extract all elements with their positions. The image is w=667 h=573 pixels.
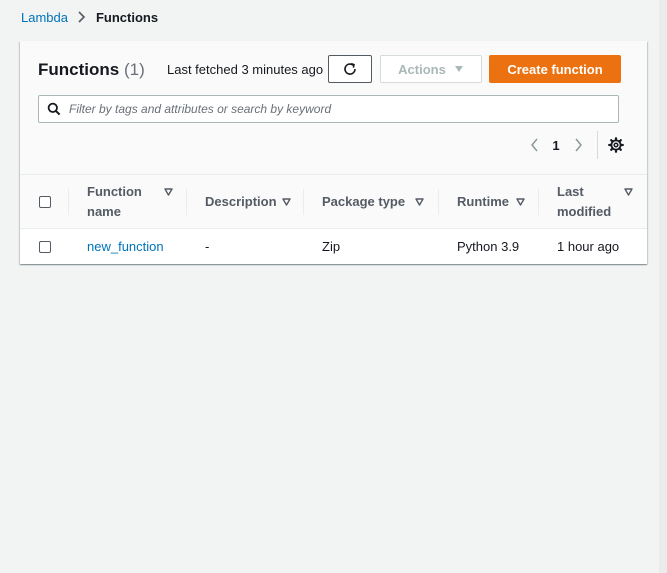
search-icon (47, 102, 61, 116)
last-fetched-text: Last fetched 3 minutes ago (167, 62, 324, 77)
column-header-runtime[interactable]: Runtime (457, 192, 537, 212)
sort-caret-icon (282, 198, 291, 206)
column-header-description[interactable]: Description (205, 192, 305, 212)
column-separator (538, 189, 539, 215)
actions-dropdown-button[interactable]: Actions (380, 55, 482, 83)
column-header-last-modified[interactable]: Last modified (557, 182, 637, 222)
description-cell: - (205, 239, 210, 254)
panel-header: Functions (1) Last fetched 3 minutes ago… (20, 41, 647, 175)
next-page-button[interactable] (567, 134, 589, 156)
column-header-package-type[interactable]: Package type (322, 192, 432, 212)
gear-icon (608, 137, 624, 153)
table-row[interactable]: new_function - Zip Python 3.9 1 hour ago (20, 229, 647, 264)
column-header-label: name (87, 204, 121, 219)
search-field[interactable] (38, 95, 619, 123)
pagination: 1 (523, 131, 625, 159)
functions-panel: Functions (1) Last fetched 3 minutes ago… (20, 41, 647, 264)
current-page-number[interactable]: 1 (545, 138, 567, 153)
pager-divider (597, 131, 598, 159)
column-separator (303, 189, 304, 215)
function-name-link[interactable]: new_function (87, 239, 164, 254)
column-separator (186, 189, 187, 215)
page-scrollbar[interactable] (659, 0, 667, 573)
refresh-button[interactable] (328, 55, 372, 83)
chevron-right-icon (78, 11, 86, 23)
function-count: (1) (123, 60, 145, 79)
sort-caret-icon (164, 188, 173, 196)
panel-title-text: Functions (38, 60, 120, 79)
column-header-label: Package type (322, 194, 406, 209)
chevron-left-icon (530, 138, 538, 152)
column-header-function-name[interactable]: Function name (87, 182, 177, 222)
breadcrumb: Lambda Functions (21, 8, 158, 26)
select-all-checkbox[interactable] (39, 196, 51, 208)
package-type-cell: Zip (322, 239, 341, 254)
breadcrumb-lambda-link[interactable]: Lambda (21, 10, 68, 25)
column-separator (68, 189, 69, 215)
actions-label: Actions (398, 61, 446, 77)
chevron-right-icon (574, 138, 582, 152)
last-modified-cell: 1 hour ago (557, 239, 620, 254)
search-input[interactable] (69, 102, 609, 116)
row-select-checkbox[interactable] (39, 241, 51, 253)
preferences-button[interactable] (607, 136, 625, 154)
column-separator (438, 189, 439, 215)
column-header-label: Runtime (457, 194, 509, 209)
sort-caret-icon (516, 198, 525, 206)
sort-caret-icon (415, 198, 424, 206)
refresh-icon (344, 62, 356, 75)
column-header-label: modified (557, 204, 612, 219)
caret-down-icon (454, 66, 463, 72)
table-header: Function name Description Package type R… (20, 175, 647, 229)
sort-caret-icon (624, 188, 633, 196)
column-header-label: Description (205, 194, 277, 209)
runtime-cell: Python 3.9 (457, 239, 520, 254)
breadcrumb-current: Functions (95, 9, 159, 25)
prev-page-button[interactable] (523, 134, 545, 156)
page-title: Functions (1) (38, 60, 145, 80)
create-function-button[interactable]: Create function (489, 55, 621, 83)
